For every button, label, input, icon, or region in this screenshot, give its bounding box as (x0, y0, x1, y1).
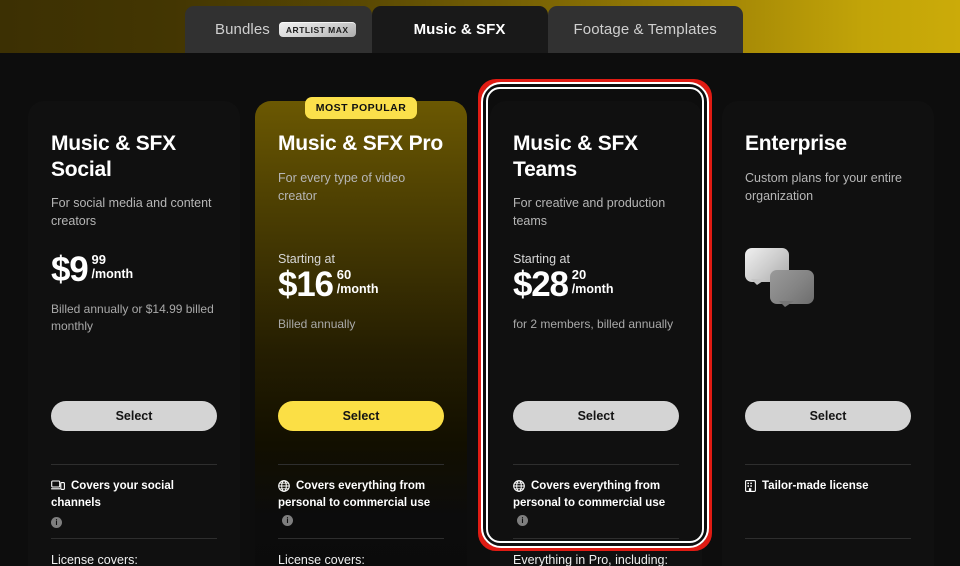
price-block: $9 99 /month Billed annually or $14.99 b… (51, 252, 217, 336)
plan-card-teams[interactable]: Music & SFX Teams For creative and produ… (490, 101, 702, 566)
pricing-cards: MOST POPULAR Music & SFX Social For soci… (0, 53, 960, 566)
tab-footage-templates[interactable]: Footage & Templates (547, 6, 743, 53)
tab-bundles[interactable]: Bundles ARTLIST MAX (185, 6, 372, 53)
price-row: $9 99 /month (51, 252, 217, 287)
artlist-max-badge: ARTLIST MAX (278, 22, 356, 37)
plan-subtitle: For creative and production teams (513, 196, 666, 229)
divider (51, 464, 217, 465)
divider (745, 538, 911, 539)
price-period: /month (91, 267, 134, 281)
covers-row: Covers everything from personal to comme… (278, 478, 444, 530)
info-icon[interactable]: i (282, 514, 293, 526)
select-button[interactable]: Select (278, 401, 444, 431)
select-button[interactable]: Select (745, 401, 911, 431)
price-amount: $28 (513, 265, 569, 304)
pricing-page: Bundles ARTLIST MAX Music & SFX Footage … (0, 0, 960, 566)
plan-title: Music & SFX Teams (513, 132, 638, 181)
price-period: /month (336, 282, 379, 296)
divider (278, 538, 444, 539)
page-header: Bundles ARTLIST MAX Music & SFX Footage … (0, 0, 960, 53)
covers-row: Covers your social channels i (51, 478, 217, 528)
starting-at-label: Starting at (278, 252, 335, 266)
plan-title: Music & SFX Pro (278, 132, 444, 155)
covers-text: Tailor-made license (762, 480, 869, 492)
billing-note: Billed annually or $14.99 billed monthly (51, 302, 214, 334)
plan-title: Enterprise (745, 132, 847, 155)
building-icon (745, 480, 756, 492)
license-covers-header: License covers: (51, 553, 138, 566)
info-icon[interactable]: i (51, 516, 62, 528)
price-cents: 99 (91, 252, 106, 267)
price-period: /month (571, 282, 614, 296)
plan-card-social[interactable]: Music & SFX Social For social media and … (28, 101, 240, 566)
plan-subtitle: For every type of video creator (278, 170, 406, 203)
globe-icon (513, 480, 525, 492)
price-amount: $16 (278, 265, 334, 304)
covers-row: Covers everything from personal to comme… (513, 478, 679, 530)
most-popular-badge: MOST POPULAR (255, 97, 467, 119)
price-block: Starting at $28 20 /month for 2 members,… (513, 252, 679, 333)
tab-bundles-label: Bundles (215, 21, 270, 38)
divider (745, 464, 911, 465)
plan-card-pro[interactable]: Music & SFX Pro For every type of video … (255, 101, 467, 566)
divider (513, 538, 679, 539)
covers-text: Covers your social channels (51, 480, 174, 510)
plan-subtitle: Custom plans for your entire organizatio… (745, 170, 903, 203)
plan-subtitle: For social media and content creators (51, 196, 212, 229)
divider (278, 464, 444, 465)
license-covers-header: License covers: (278, 553, 365, 566)
license-covers-header: Everything in Pro, including: (513, 553, 668, 566)
billing-note: Billed annually (278, 317, 356, 331)
price-row: $28 20 /month (513, 267, 679, 302)
price-row: $16 60 /month (278, 267, 444, 302)
devices-icon (51, 480, 65, 492)
tab-footage-templates-label: Footage & Templates (573, 21, 717, 38)
select-button[interactable]: Select (513, 401, 679, 431)
divider (51, 538, 217, 539)
covers-row: Tailor-made license (745, 478, 911, 495)
globe-icon (278, 480, 290, 492)
price-cents: 20 (571, 267, 587, 282)
price-cents: 60 (336, 267, 352, 282)
price-block: Starting at $16 60 /month Billed annuall… (278, 252, 444, 333)
select-button[interactable]: Select (51, 401, 217, 431)
covers-text: Covers everything from personal to comme… (278, 480, 431, 510)
plan-title: Music & SFX Social (51, 132, 176, 181)
billing-note: for 2 members, billed annually (513, 317, 674, 331)
price-amount: $9 (51, 250, 89, 289)
divider (513, 464, 679, 465)
plan-card-enterprise[interactable]: Enterprise Custom plans for your entire … (722, 101, 934, 566)
info-icon[interactable]: i (517, 514, 528, 526)
starting-at-label: Starting at (513, 252, 570, 266)
tab-music-sfx-label: Music & SFX (413, 21, 506, 38)
chat-bubbles-icon (745, 248, 817, 310)
plan-category-tabs: Bundles ARTLIST MAX Music & SFX Footage … (185, 3, 743, 53)
most-popular-label: MOST POPULAR (304, 97, 418, 119)
covers-text: Covers everything from personal to comme… (513, 480, 666, 510)
tab-music-sfx[interactable]: Music & SFX (371, 6, 548, 53)
